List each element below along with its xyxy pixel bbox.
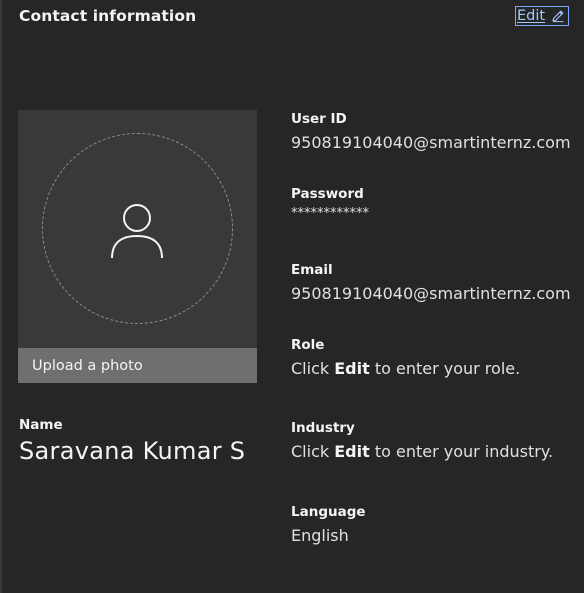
industry-label: Industry xyxy=(291,420,355,436)
role-value: Click Edit to enter your role. xyxy=(291,359,520,378)
industry-value: Click Edit to enter your industry. xyxy=(291,442,553,461)
role-edit-keyword: Edit xyxy=(334,359,370,378)
language-value: English xyxy=(291,526,349,545)
password-value: ************ xyxy=(291,206,369,221)
email-label: Email xyxy=(291,262,333,278)
panel-divider xyxy=(0,0,2,593)
password-label: Password xyxy=(291,186,364,202)
role-field: Role Click Edit to enter your role. xyxy=(291,337,520,378)
industry-prefix: Click xyxy=(291,442,335,461)
edit-button-label: Edit xyxy=(517,7,546,24)
password-field: Password ************ xyxy=(291,186,369,221)
contact-information-panel: Contact information Edit Upload a photo … xyxy=(0,0,584,593)
upload-photo-button[interactable]: Upload a photo xyxy=(18,348,257,383)
role-prefix: Click xyxy=(291,359,335,378)
section-title: Contact information xyxy=(19,7,197,25)
user-id-label: User ID xyxy=(291,111,347,127)
role-suffix: to enter your role. xyxy=(369,359,521,378)
role-label: Role xyxy=(291,337,325,353)
edit-button[interactable]: Edit xyxy=(515,6,569,26)
user-id-field: User ID 950819104040@smartinternz.com xyxy=(291,111,571,152)
user-id-value: 950819104040@smartinternz.com xyxy=(291,133,571,152)
industry-field: Industry Click Edit to enter your indust… xyxy=(291,420,553,461)
user-avatar-icon xyxy=(107,201,167,261)
language-field: Language English xyxy=(291,504,366,545)
name-value: Saravana Kumar S xyxy=(19,437,246,465)
profile-photo-area[interactable]: Upload a photo xyxy=(18,110,257,383)
email-field: Email 950819104040@smartinternz.com xyxy=(291,262,571,303)
pencil-icon xyxy=(550,8,566,24)
industry-edit-keyword: Edit xyxy=(334,442,370,461)
language-label: Language xyxy=(291,504,366,520)
email-value: 950819104040@smartinternz.com xyxy=(291,284,571,303)
name-label: Name xyxy=(19,417,63,433)
industry-suffix: to enter your industry. xyxy=(369,442,554,461)
